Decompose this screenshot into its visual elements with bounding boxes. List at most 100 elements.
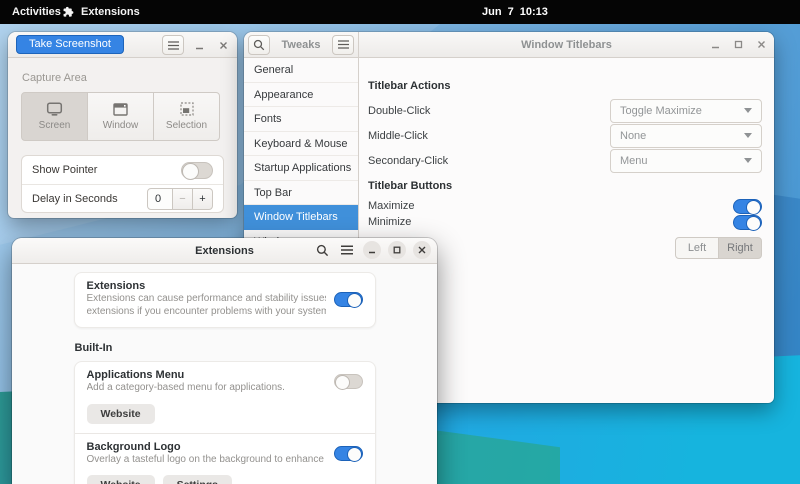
- minimize-row: Minimize: [368, 214, 762, 231]
- middle-click-row: Middle-Click None: [368, 123, 762, 148]
- delay-label: Delay in Seconds: [32, 192, 118, 205]
- minimize-icon: [369, 251, 375, 254]
- screen-mode-label: Screen: [38, 120, 71, 131]
- sidebar-item-top-bar[interactable]: Top Bar: [244, 181, 358, 205]
- puzzle-icon: [63, 6, 74, 17]
- builtin-extensions-card: Applications Menu Add a category-based m…: [73, 361, 376, 484]
- menu-button[interactable]: [338, 241, 356, 259]
- extensions-indicator-label: Extensions: [81, 6, 140, 18]
- sidebar-item-appearance[interactable]: Appearance: [244, 83, 358, 107]
- show-pointer-row: Show Pointer: [22, 156, 223, 184]
- window-mode-label: Window: [102, 119, 139, 131]
- extensions-master-row: Extensions Extensions can cause performa…: [75, 273, 375, 327]
- hamburger-icon: [337, 40, 349, 49]
- applications-menu-row: Applications Menu Add a category-based m…: [75, 362, 375, 432]
- background-logo-settings-button[interactable]: Settings: [162, 474, 232, 484]
- minimize-button[interactable]: [363, 241, 381, 259]
- applications-menu-toggle[interactable]: [333, 374, 363, 391]
- close-button[interactable]: [214, 36, 232, 54]
- tweaks-headerbar: Tweaks Window Titlebars: [244, 32, 774, 58]
- double-click-dropdown[interactable]: Toggle Maximize: [610, 98, 762, 123]
- take-screenshot-headerbar: Take Screenshot: [8, 32, 237, 58]
- minimize-button[interactable]: [706, 35, 724, 53]
- close-button[interactable]: [413, 241, 431, 259]
- screen-mode-button[interactable]: Screen: [21, 92, 88, 141]
- middle-click-label: Middle-Click: [368, 129, 428, 142]
- applications-menu-title: Applications Menu: [86, 369, 185, 382]
- maximize-toggle[interactable]: [733, 198, 762, 215]
- secondary-click-label: Secondary-Click: [368, 154, 449, 167]
- show-pointer-toggle[interactable]: [181, 161, 213, 180]
- sidebar-item-fonts[interactable]: Fonts: [244, 107, 358, 132]
- clock[interactable]: Jun 7 10:13: [482, 0, 548, 24]
- sidebar-item-startup-applications[interactable]: Startup Applications: [244, 156, 358, 181]
- maximize-icon: [393, 246, 401, 254]
- delay-decrement-button[interactable]: −: [172, 187, 193, 210]
- minimize-icon: [711, 46, 719, 48]
- selection-mode-button[interactable]: Selection: [153, 92, 220, 141]
- extensions-master-title: Extensions: [86, 280, 146, 292]
- titlebar-buttons-heading: Titlebar Buttons: [368, 180, 453, 192]
- search-icon: [316, 244, 328, 256]
- sidebar-item-general[interactable]: General: [244, 58, 358, 83]
- search-icon: [253, 39, 265, 50]
- hamburger-icon: [167, 40, 179, 50]
- extensions-master-toggle[interactable]: [333, 291, 363, 308]
- search-button[interactable]: [248, 34, 270, 55]
- delay-increment-button[interactable]: +: [192, 187, 213, 210]
- secondary-click-value: Menu: [620, 154, 648, 167]
- panel-title: Window Titlebars: [521, 38, 612, 51]
- menu-button[interactable]: [332, 34, 354, 55]
- middle-click-dropdown[interactable]: None: [610, 123, 762, 148]
- maximize-button[interactable]: [388, 241, 406, 259]
- capture-mode-group: Screen Window Selection: [21, 92, 224, 141]
- screen-icon: [46, 102, 63, 116]
- extensions-indicator[interactable]: Extensions: [56, 0, 146, 24]
- titlebar-actions-heading: Titlebar Actions: [368, 80, 451, 92]
- minimize-button[interactable]: [190, 36, 208, 54]
- placement-right-button[interactable]: Right: [718, 237, 762, 259]
- minimize-toggle[interactable]: [733, 214, 762, 231]
- menu-button[interactable]: [162, 35, 184, 55]
- show-pointer-label: Show Pointer: [32, 164, 98, 176]
- builtin-heading: Built-In: [74, 342, 113, 355]
- applications-menu-website-button[interactable]: Website: [86, 403, 155, 424]
- hamburger-icon: [341, 245, 353, 255]
- background-logo-toggle[interactable]: [333, 445, 363, 462]
- applications-menu-desc: Add a category-based menu for applicatio…: [86, 382, 285, 394]
- background-logo-desc: Overlay a tasteful logo on the backgroun…: [86, 453, 326, 465]
- delay-row: Delay in Seconds 0 − +: [22, 184, 223, 212]
- window-mode-button[interactable]: Window: [87, 92, 154, 141]
- close-icon: [219, 41, 227, 49]
- chevron-down-icon: [744, 133, 752, 138]
- take-screenshot-action-button[interactable]: Take Screenshot: [16, 35, 124, 54]
- extensions-window: Extensions Extensions Extensions can cau…: [12, 238, 437, 484]
- screenshot-options-card: Show Pointer Delay in Seconds 0 − +: [21, 155, 224, 213]
- close-icon: [757, 40, 765, 48]
- maximize-button[interactable]: [729, 35, 747, 53]
- placement-segmented-control: Left Right: [675, 237, 762, 259]
- search-button[interactable]: [313, 241, 331, 259]
- top-bar: Activities Extensions Jun 7 10:13: [0, 0, 800, 24]
- minimize-label: Minimize: [368, 216, 412, 228]
- maximize-row: Maximize: [368, 198, 762, 215]
- placement-left-button[interactable]: Left: [675, 237, 719, 259]
- sidebar-item-keyboard-mouse[interactable]: Keyboard & Mouse: [244, 132, 358, 156]
- minimize-icon: [195, 47, 203, 49]
- secondary-click-row: Secondary-Click Menu: [368, 148, 762, 173]
- chevron-down-icon: [744, 108, 752, 113]
- take-screenshot-window: Take Screenshot Capture Area Screen Wind…: [8, 32, 237, 218]
- close-button[interactable]: [752, 35, 770, 53]
- maximize-label: Maximize: [368, 200, 415, 212]
- delay-spinbutton: 0 − +: [147, 187, 213, 210]
- extensions-headerbar: Extensions: [12, 238, 437, 264]
- chevron-down-icon: [744, 158, 752, 163]
- sidebar-item-window-titlebars[interactable]: Window Titlebars: [244, 205, 358, 230]
- maximize-icon: [734, 40, 742, 48]
- background-logo-website-button[interactable]: Website: [86, 474, 155, 484]
- background-logo-title: Background Logo: [86, 440, 181, 453]
- extensions-master-desc-line2: extensions if you encounter problems wit…: [86, 306, 326, 318]
- delay-value[interactable]: 0: [147, 187, 173, 210]
- secondary-click-dropdown[interactable]: Menu: [610, 148, 762, 173]
- window-icon: [113, 102, 128, 116]
